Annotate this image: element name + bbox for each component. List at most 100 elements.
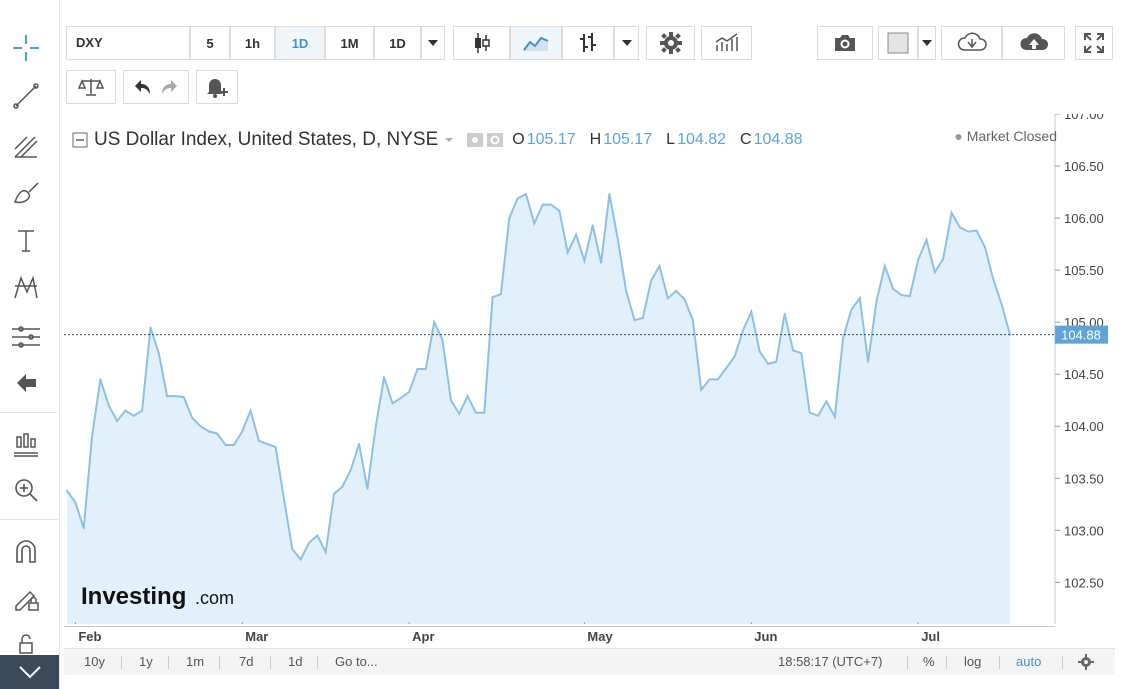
data-point [466,395,469,398]
data-point [274,446,277,449]
data-point [107,404,110,407]
settings-button[interactable] [646,26,695,60]
data-point [608,193,611,196]
x-tick-label: Mar [245,629,269,644]
text-tool-icon[interactable] [0,220,52,260]
undo-icon[interactable] [132,78,152,96]
chevron-down-icon [428,40,438,46]
data-point [658,265,661,267]
range-1y[interactable]: 1y [139,649,153,675]
auto-scale-toggle[interactable]: auto [1016,649,1041,675]
data-point [441,338,444,341]
watermark-brand: Investing [81,583,186,610]
data-point [349,469,352,471]
low-value: 104.82 [677,131,726,148]
data-point [975,229,978,232]
fullscreen-button[interactable] [1075,26,1113,60]
data-point [508,217,511,220]
range-7d[interactable]: 7d [239,649,253,675]
data-point [725,367,728,369]
add-alert-button[interactable] [196,70,238,104]
y-tick-label: 102.50 [1064,575,1104,590]
studies-icon [715,33,738,51]
interval-5[interactable]: 5 [190,26,230,60]
data-point [917,258,920,261]
series-settings-icon[interactable] [486,132,504,148]
eye-icon[interactable] [466,132,484,148]
chevron-down-icon [922,40,932,46]
gear-icon[interactable] [1078,654,1094,670]
lock-drawings-icon[interactable] [0,578,52,618]
snapshot-button[interactable] [817,26,873,60]
area-chart-button[interactable] [510,26,562,60]
data-point [424,368,427,370]
data-point [166,395,169,398]
data-point [900,294,903,297]
data-point [558,209,561,212]
bell-plus-icon [207,79,228,98]
data-point [499,293,502,296]
data-point [708,378,711,381]
load-chart-button[interactable] [941,26,1002,60]
collapse-toolbar-button[interactable] [0,655,59,689]
interval-1d[interactable]: 1D [275,26,325,60]
gear-icon [659,32,682,54]
data-point [675,289,678,292]
bottom-bar: 10y 1y 1m 7d 1d Go to... 18:58:17 (UTC+7… [64,648,1115,675]
data-point [883,265,886,267]
studies-button[interactable] [701,26,752,60]
y-tick-label: 105.50 [1064,263,1104,278]
data-point [416,368,419,370]
chart-type-chevron[interactable] [614,26,639,60]
brush-icon[interactable] [0,173,52,213]
range-10y[interactable]: 10y [84,649,105,675]
interval-1m[interactable]: 1M [325,26,374,60]
low-label: L [666,131,676,148]
symbol-input[interactable]: DXY [66,26,190,60]
collapse-legend-icon[interactable] [72,132,88,148]
bars-chart-button[interactable] [562,26,614,60]
goto-button[interactable]: Go to... [335,649,378,675]
redo-icon[interactable] [160,78,180,96]
data-point [491,296,494,299]
data-point [391,402,394,405]
trend-line-icon[interactable] [0,76,52,116]
interval-chevron[interactable] [421,26,445,60]
data-point [825,400,828,403]
data-point [141,409,144,412]
y-tick-label: 103.50 [1064,471,1104,486]
open-value: 105.17 [526,131,576,148]
interval-dropdown[interactable]: 1D [374,26,421,60]
magnet-icon[interactable] [0,531,52,571]
close-label: C [740,131,752,148]
measure-tool-icon[interactable] [0,316,52,356]
color-button[interactable] [878,26,918,60]
crosshair-icon[interactable] [0,28,52,68]
fib-tool-icon[interactable] [0,126,52,166]
log-toggle[interactable]: log [964,649,981,675]
data-point [650,279,653,282]
zoom-in-icon[interactable] [0,470,52,510]
interval-1h[interactable]: 1h [230,26,275,60]
data-point [541,203,544,206]
y-tick-label: 103.00 [1064,523,1104,538]
indicators-icon[interactable] [0,424,52,464]
series-menu-chevron-icon[interactable] [444,136,454,144]
data-point [266,442,269,445]
candles-chart-button[interactable] [453,26,510,60]
back-arrow-icon[interactable] [0,363,52,403]
range-1d[interactable]: 1d [288,649,302,675]
data-point [842,336,845,339]
pattern-tool-icon[interactable] [0,267,52,307]
color-chevron[interactable] [918,26,936,60]
price-chart[interactable]: 102.50103.00103.50104.00104.50105.00105.… [64,114,1115,624]
data-point [283,498,285,501]
save-chart-button[interactable] [1002,26,1065,60]
compare-button[interactable] [66,70,116,104]
undo-redo-group [123,70,189,104]
investing-watermark: Investing .com [81,583,234,610]
percent-toggle[interactable]: % [923,649,935,675]
range-1m[interactable]: 1m [186,649,204,675]
data-point [232,444,235,446]
data-point [625,289,628,292]
